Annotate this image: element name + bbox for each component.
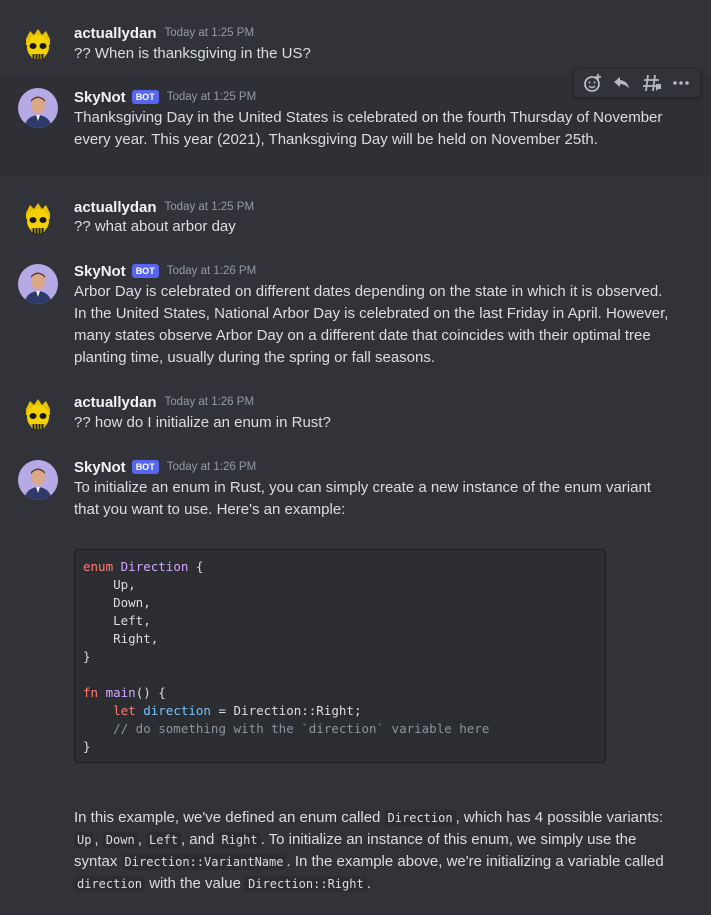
code-line: let direction = Direction::Right;	[113, 703, 362, 718]
message-text: Thanksgiving Day in the United States is…	[74, 109, 663, 148]
reply-icon[interactable]	[610, 71, 634, 95]
add-reaction-icon[interactable]	[581, 71, 605, 95]
message-header: actuallydan Today at 1:25 PM	[74, 197, 254, 217]
create-thread-icon[interactable]	[640, 71, 664, 95]
skynot-avatar[interactable]	[18, 460, 58, 500]
username[interactable]: actuallydan	[74, 394, 157, 411]
message-header: SkyNot BOT Today at 1:26 PM	[74, 457, 256, 477]
code-line: }	[83, 649, 91, 664]
message-1: actuallydan Today at 1:25 PM ?? When is …	[0, 20, 711, 70]
more-icon[interactable]	[669, 71, 693, 95]
message-header: actuallydan Today at 1:25 PM	[74, 23, 254, 43]
message-4: SkyNot BOT Today at 1:26 PM Arbor Day is…	[0, 259, 711, 374]
inline-code: Direction	[384, 810, 456, 826]
code-line: Down,	[83, 595, 151, 610]
username[interactable]: SkyNot	[74, 89, 126, 106]
code-line: fn main() {	[83, 685, 166, 700]
message-3: actuallydan Today at 1:25 PM ?? what abo…	[0, 194, 711, 244]
message-5: actuallydan Today at 1:26 PM ?? how do I…	[0, 390, 711, 440]
message-text: ?? When is thanksgiving in the US?	[74, 45, 311, 62]
code-line: }	[83, 739, 91, 754]
inline-code: Right	[218, 832, 261, 848]
timestamp[interactable]: Today at 1:26 PM	[167, 461, 257, 473]
username[interactable]: SkyNot	[74, 263, 126, 280]
inline-code: Direction::VariantName	[121, 854, 287, 870]
message-text: Arbor Day is celebrated on different dat…	[74, 283, 669, 366]
skeletor-avatar[interactable]	[18, 25, 58, 65]
inline-code: Left	[146, 832, 181, 848]
code-line: Right,	[83, 631, 159, 646]
inline-code: Direction::Right	[245, 876, 367, 892]
skeletor-avatar[interactable]	[18, 395, 58, 435]
bot-badge: BOT	[131, 264, 159, 278]
skeletor-avatar[interactable]	[18, 199, 58, 239]
message-header: actuallydan Today at 1:26 PM	[74, 392, 254, 412]
message-text: ?? what about arbor day	[74, 218, 236, 235]
inline-code: direction	[74, 876, 146, 892]
bot-badge: BOT	[131, 460, 159, 474]
bot-badge: BOT	[131, 90, 159, 104]
code-line: Up,	[83, 577, 136, 592]
timestamp[interactable]: Today at 1:25 PM	[165, 201, 255, 213]
message-header: SkyNot BOT Today at 1:25 PM	[74, 87, 256, 107]
timestamp[interactable]: Today at 1:26 PM	[165, 396, 255, 408]
skynot-avatar[interactable]	[18, 264, 58, 304]
message-action-toolbar	[573, 68, 701, 98]
timestamp[interactable]: Today at 1:25 PM	[167, 91, 257, 103]
skynot-avatar[interactable]	[18, 88, 58, 128]
code-line: enum Direction {	[83, 559, 204, 574]
message-text: To initialize an enum in Rust, you can s…	[74, 479, 651, 518]
message-header: SkyNot BOT Today at 1:26 PM	[74, 261, 256, 281]
code-comment: // do something with the `direction` var…	[83, 721, 490, 736]
explanation-text: In this example, we've defined an enum c…	[74, 809, 664, 892]
inline-code: Up	[74, 832, 95, 848]
username[interactable]: actuallydan	[74, 199, 157, 216]
username[interactable]: SkyNot	[74, 459, 126, 476]
message-text: ?? how do I initialize an enum in Rust?	[74, 414, 331, 431]
username[interactable]: actuallydan	[74, 25, 157, 42]
timestamp[interactable]: Today at 1:26 PM	[167, 265, 257, 277]
inline-code: Down	[102, 832, 138, 848]
timestamp[interactable]: Today at 1:25 PM	[165, 27, 255, 39]
code-block[interactable]: enum Direction { Up, Down, Left, Right,}…	[74, 549, 606, 763]
code-line: Left,	[83, 613, 151, 628]
